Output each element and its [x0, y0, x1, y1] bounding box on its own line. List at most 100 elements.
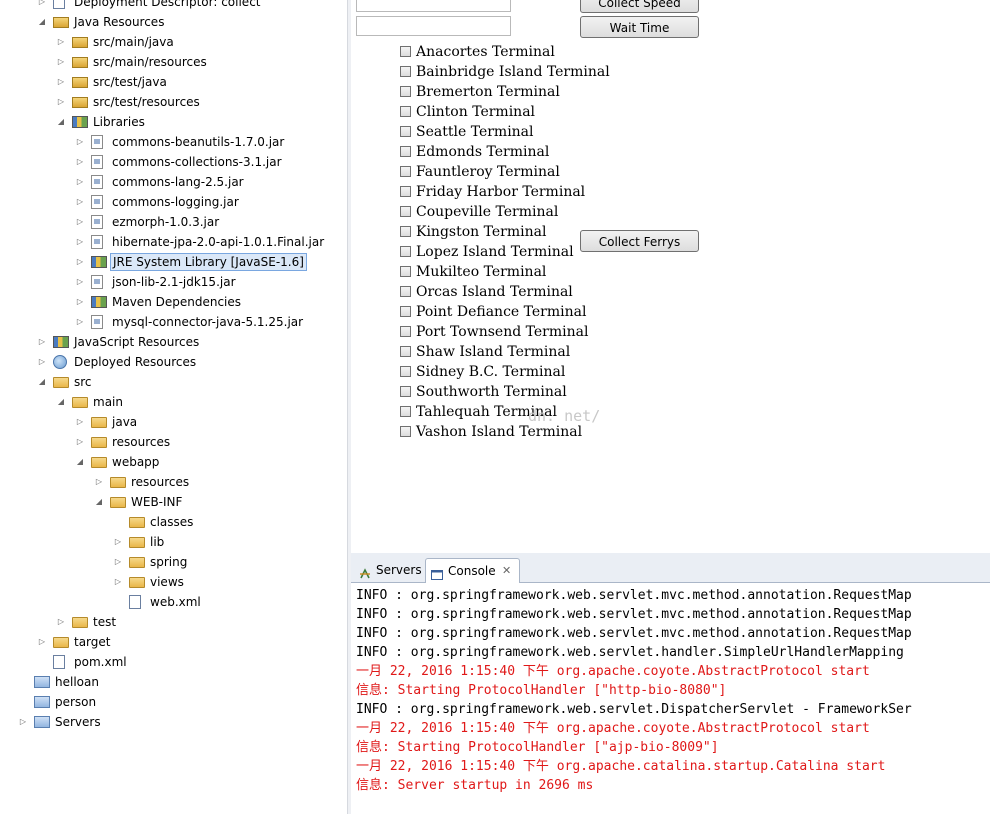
console-output[interactable]: INFO : org.springframework.web.servlet.m… — [351, 583, 990, 814]
tree-item[interactable]: ▷ resources — [0, 432, 347, 452]
tree-item[interactable]: ▷ ezmorph-1.0.3.jar — [0, 212, 347, 232]
tree-item[interactable]: ▷ src/test/java — [0, 72, 347, 92]
collapsed-arrow-icon[interactable]: ▷ — [37, 332, 47, 352]
wait-time-input[interactable] — [356, 16, 511, 36]
tree-item[interactable]: ▷ target — [0, 632, 347, 652]
collapsed-arrow-icon[interactable]: ▷ — [37, 632, 47, 652]
collapsed-arrow-icon[interactable]: ▷ — [56, 612, 66, 632]
tree-item[interactable]: ◢ main — [0, 392, 347, 412]
terminal-checkbox[interactable] — [400, 146, 411, 157]
tree-item[interactable]: ◢ WEB-INF — [0, 492, 347, 512]
tree-item[interactable]: ▷ Deployed Resources — [0, 352, 347, 372]
terminal-checkbox[interactable] — [400, 66, 411, 77]
terminal-checkbox[interactable] — [400, 106, 411, 117]
collapsed-arrow-icon[interactable]: ▷ — [56, 72, 66, 92]
collect-ferrys-button[interactable]: Collect Ferrys — [580, 230, 699, 252]
terminal-checkbox[interactable] — [400, 306, 411, 317]
collapsed-arrow-icon[interactable]: ▷ — [113, 532, 123, 552]
tree-item[interactable]: ▷ spring — [0, 552, 347, 572]
collapsed-arrow-icon[interactable]: ▷ — [37, 0, 47, 12]
collapsed-arrow-icon[interactable]: ▷ — [75, 252, 85, 272]
tree-item[interactable]: ▷ test — [0, 612, 347, 632]
tree-item[interactable]: ▷ hibernate-jpa-2.0-api-1.0.1.Final.jar — [0, 232, 347, 252]
collapsed-arrow-icon[interactable]: ▷ — [56, 32, 66, 52]
tree-item[interactable]: ◢ webapp — [0, 452, 347, 472]
tree-item[interactable]: ◢ Libraries — [0, 112, 347, 132]
collapsed-arrow-icon[interactable]: ▷ — [113, 552, 123, 572]
expanded-arrow-icon[interactable]: ◢ — [75, 452, 85, 472]
collapsed-arrow-icon[interactable]: ▷ — [75, 192, 85, 212]
expanded-arrow-icon[interactable]: ◢ — [56, 112, 66, 132]
terminal-checkbox[interactable] — [400, 266, 411, 277]
terminal-label: Sidney B.C. Terminal — [416, 364, 566, 380]
collect-speed-button[interactable]: Collect Speed — [580, 0, 699, 13]
tree-item[interactable]: ▷ Deployment Descriptor: collect — [0, 0, 347, 12]
tree-item[interactable]: ▷ commons-beanutils-1.7.0.jar — [0, 132, 347, 152]
close-icon[interactable]: ✕ — [502, 559, 511, 583]
terminal-checkbox[interactable] — [400, 366, 411, 377]
tree-item[interactable]: pom.xml — [0, 652, 347, 672]
collapsed-arrow-icon[interactable]: ▷ — [75, 292, 85, 312]
terminal-checkbox[interactable] — [400, 86, 411, 97]
terminal-checkbox[interactable] — [400, 226, 411, 237]
tree-item[interactable]: helloan — [0, 672, 347, 692]
tree-item[interactable]: ◢ src — [0, 372, 347, 392]
tree-item[interactable]: ▷ commons-collections-3.1.jar — [0, 152, 347, 172]
expanded-arrow-icon[interactable]: ◢ — [37, 12, 47, 32]
terminal-checkbox[interactable] — [400, 46, 411, 57]
collapsed-arrow-icon[interactable]: ▷ — [94, 472, 104, 492]
expanded-arrow-icon[interactable]: ◢ — [94, 492, 104, 512]
tab-servers[interactable]: Servers — [354, 558, 424, 583]
terminal-checkbox[interactable] — [400, 286, 411, 297]
collapsed-arrow-icon[interactable]: ▷ — [75, 232, 85, 252]
tree-item[interactable]: ▷ JavaScript Resources — [0, 332, 347, 352]
tree-item[interactable]: ▷ commons-lang-2.5.jar — [0, 172, 347, 192]
terminal-checkbox[interactable] — [400, 386, 411, 397]
tree-item[interactable]: ▷ JRE System Library [JavaSE-1.6] — [0, 252, 347, 272]
wait-time-button[interactable]: Wait Time — [580, 16, 699, 38]
speed-input[interactable] — [356, 0, 511, 12]
terminal-checkbox[interactable] — [400, 186, 411, 197]
collapsed-arrow-icon[interactable]: ▷ — [56, 52, 66, 72]
tree-item[interactable]: ▷ src/test/resources — [0, 92, 347, 112]
collapsed-arrow-icon[interactable]: ▷ — [75, 152, 85, 172]
collapsed-arrow-icon[interactable]: ▷ — [75, 432, 85, 452]
collapsed-arrow-icon[interactable]: ▷ — [75, 132, 85, 152]
tree-item[interactable]: ▷ views — [0, 572, 347, 592]
terminal-checkbox[interactable] — [400, 426, 411, 437]
servers-icon — [359, 564, 371, 579]
tree-item[interactable]: ▷ src/main/java — [0, 32, 347, 52]
terminal-checkbox[interactable] — [400, 166, 411, 177]
tree-item[interactable]: ▷ commons-logging.jar — [0, 192, 347, 212]
collapsed-arrow-icon[interactable]: ▷ — [113, 572, 123, 592]
tree-item[interactable]: web.xml — [0, 592, 347, 612]
terminal-checkbox[interactable] — [400, 206, 411, 217]
collapsed-arrow-icon[interactable]: ▷ — [75, 312, 85, 332]
terminal-checkbox[interactable] — [400, 406, 411, 417]
tree-item[interactable]: ▷ resources — [0, 472, 347, 492]
tree-item[interactable]: ▷ lib — [0, 532, 347, 552]
tree-item[interactable]: ▷ Servers — [0, 712, 347, 732]
expanded-arrow-icon[interactable]: ◢ — [37, 372, 47, 392]
collapsed-arrow-icon[interactable]: ▷ — [37, 352, 47, 372]
tree-item[interactable]: person — [0, 692, 347, 712]
tree-item[interactable]: ▷ java — [0, 412, 347, 432]
terminal-checkbox[interactable] — [400, 326, 411, 337]
collapsed-arrow-icon[interactable]: ▷ — [75, 412, 85, 432]
collapsed-arrow-icon[interactable]: ▷ — [75, 212, 85, 232]
tree-item[interactable]: ◢ Java Resources — [0, 12, 347, 32]
collapsed-arrow-icon[interactable]: ▷ — [75, 272, 85, 292]
tree-item[interactable]: ▷ Maven Dependencies — [0, 292, 347, 312]
collapsed-arrow-icon[interactable]: ▷ — [75, 172, 85, 192]
tree-item[interactable]: ▷ json-lib-2.1-jdk15.jar — [0, 272, 347, 292]
expanded-arrow-icon[interactable]: ◢ — [56, 392, 66, 412]
terminal-checkbox[interactable] — [400, 346, 411, 357]
tree-item[interactable]: ▷ src/main/resources — [0, 52, 347, 72]
terminal-checkbox[interactable] — [400, 246, 411, 257]
collapsed-arrow-icon[interactable]: ▷ — [56, 92, 66, 112]
tab-console[interactable]: Console ✕ — [425, 558, 520, 583]
tree-item[interactable]: ▷ mysql-connector-java-5.1.25.jar — [0, 312, 347, 332]
terminal-checkbox[interactable] — [400, 126, 411, 137]
tree-item[interactable]: classes — [0, 512, 347, 532]
collapsed-arrow-icon[interactable]: ▷ — [18, 712, 28, 732]
